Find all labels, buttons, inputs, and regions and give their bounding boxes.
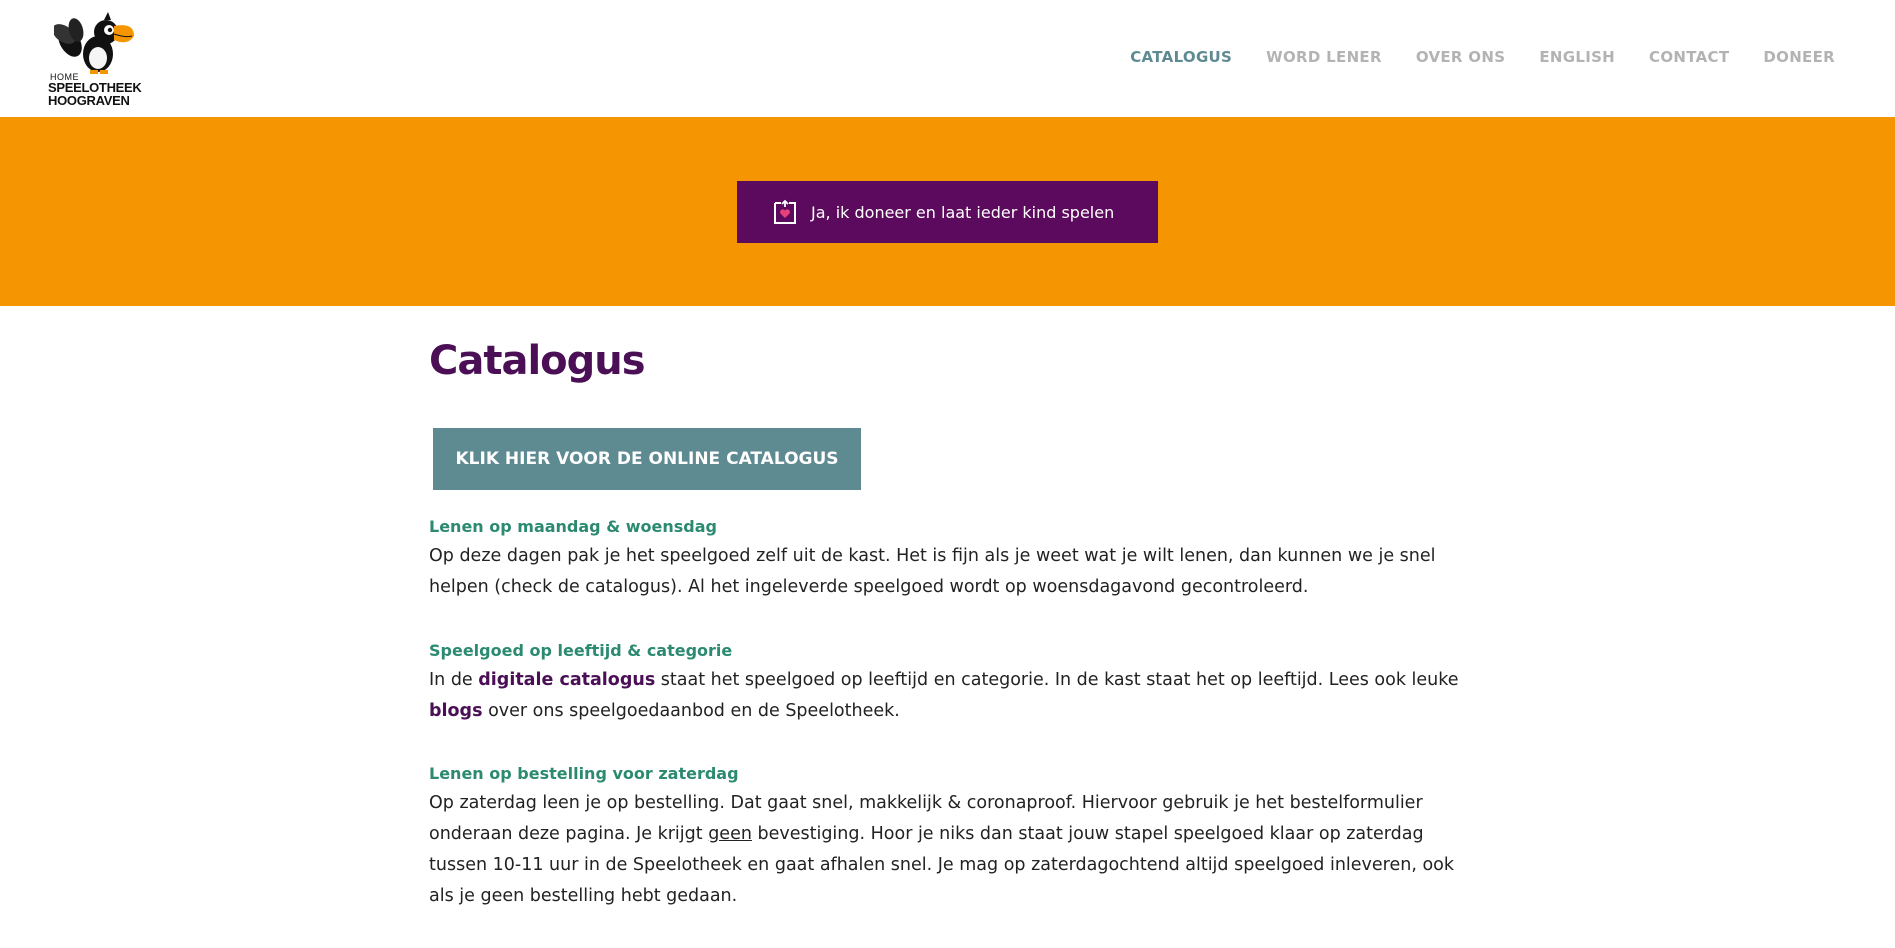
underlined-word: geen: [708, 824, 752, 844]
brand-name-line2: HOOGRAVEN: [48, 93, 130, 108]
section-text: In de digitale catalogus staat het speel…: [429, 665, 1479, 727]
digitale-catalogus-link[interactable]: digitale catalogus: [478, 670, 655, 690]
section-heading: Speelgoed op leeftijd & categorie: [429, 641, 733, 660]
section-text: Op deze dagen pak je het speelgoed zelf …: [429, 546, 1436, 597]
nav-item-over-ons[interactable]: OVER ONS: [1416, 48, 1506, 66]
nav-item-contact[interactable]: CONTACT: [1649, 48, 1729, 66]
text-segment: over ons speelgoedaanbod en de Speelothe…: [482, 701, 900, 721]
nav-item-catalogus[interactable]: CATALOGUS: [1130, 48, 1232, 66]
section-text: Op zaterdag leen je op bestelling. Dat g…: [429, 788, 1479, 912]
blogs-link[interactable]: blogs: [429, 701, 483, 721]
text-segment: staat het speelgoed op leeftijd en categ…: [655, 670, 1459, 690]
toucan-logo-icon: [54, 12, 134, 74]
section-heading: Lenen op bestelling voor zaterdag: [429, 764, 739, 783]
donation-banner: Ja, ik doneer en laat ieder kind spelen: [0, 117, 1895, 306]
section-lenen-zaterdag: Lenen op bestelling voor zaterdag Op zat…: [429, 764, 1479, 912]
nav-item-word-lener[interactable]: WORD LENER: [1266, 48, 1382, 66]
section-lenen-maandag-woensdag: Lenen op maandag & woensdag Op deze dage…: [429, 517, 1479, 603]
donate-button[interactable]: Ja, ik doneer en laat ieder kind spelen: [737, 181, 1158, 243]
section-leeftijd-categorie: Speelgoed op leeftijd & categorie In de …: [429, 641, 1479, 727]
text-segment: In de: [429, 670, 479, 690]
main-nav: CATALOGUS WORD LENER OVER ONS ENGLISH CO…: [1130, 48, 1835, 66]
site-logo[interactable]: HOME SPEELOTHEEK HOOGRAVEN: [48, 10, 148, 108]
page-title: Catalogus: [429, 338, 646, 384]
nav-item-doneer[interactable]: DONEER: [1763, 48, 1835, 66]
site-header: HOME SPEELOTHEEK HOOGRAVEN CATALOGUS WOR…: [0, 0, 1895, 117]
donate-button-label: Ja, ik doneer en laat ieder kind spelen: [811, 202, 1115, 222]
section-heading: Lenen op maandag & woensdag: [429, 517, 717, 536]
online-catalog-button[interactable]: KLIK HIER VOOR DE ONLINE CATALOGUS: [433, 428, 861, 490]
donate-heart-icon: [774, 199, 796, 224]
nav-item-english[interactable]: ENGLISH: [1539, 48, 1615, 66]
